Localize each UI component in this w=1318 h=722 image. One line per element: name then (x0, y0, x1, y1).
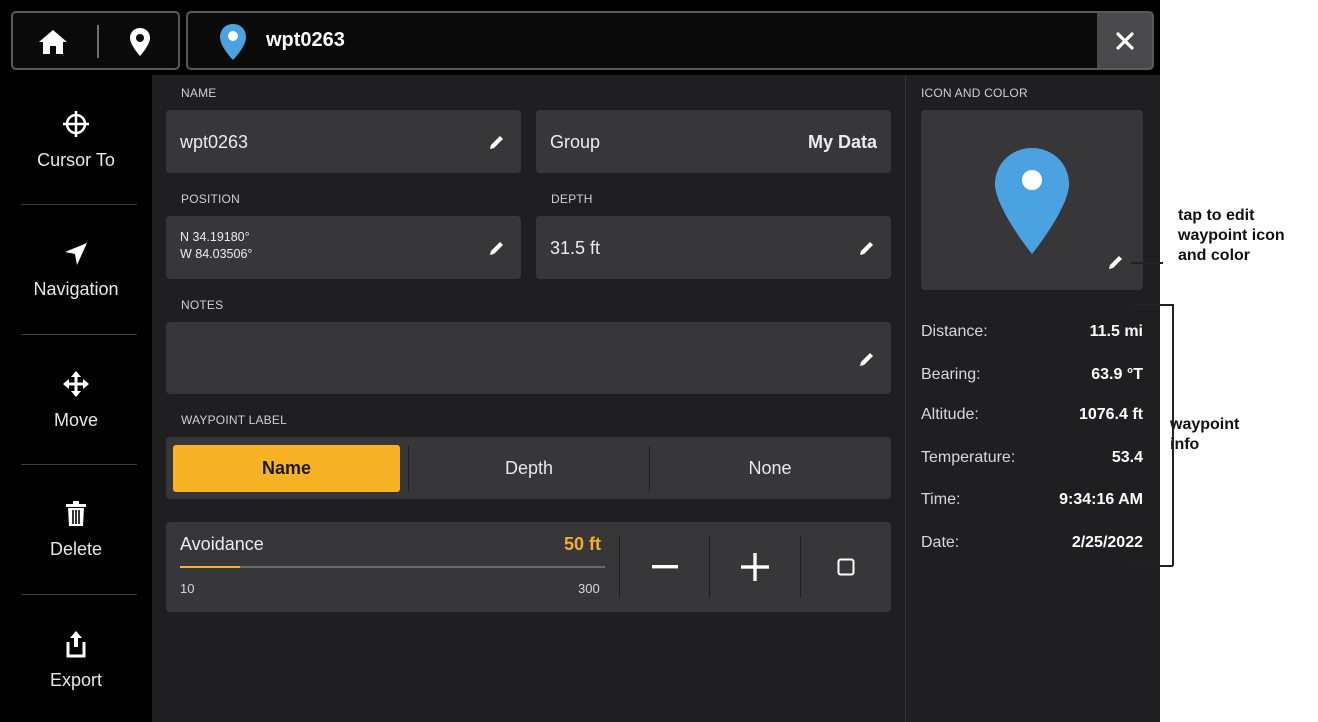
icon-edit-annotation: tap to edit waypoint icon and color (1178, 206, 1285, 266)
position-field[interactable]: N 34.19180° W 84.03506° (166, 216, 521, 279)
home-icon[interactable] (37, 28, 69, 56)
info-key: Time: (921, 491, 961, 508)
sidebar-item-label: Export (49, 669, 103, 690)
page-title: wpt0263 (266, 29, 345, 51)
info-key: Distance: (921, 323, 988, 340)
label-option-none[interactable]: None (650, 445, 890, 492)
minus-icon (651, 565, 678, 569)
info-row-date: Date: 2/25/2022 (921, 534, 1143, 558)
info-key: Temperature: (921, 449, 1016, 466)
sidebar-item-delete[interactable]: Delete (0, 465, 152, 595)
move-icon (63, 370, 89, 397)
sidebar-item-move[interactable]: Move (0, 335, 152, 465)
annotation-line: waypoint (1170, 416, 1240, 433)
info-row-altitude: Altitude: 1076.4 ft (921, 406, 1143, 430)
nav-divider (97, 25, 99, 58)
position-section-label: POSITION (181, 192, 240, 206)
info-bracket-top (1131, 304, 1173, 306)
decrease-button[interactable] (620, 522, 709, 612)
avoidance-control: Avoidance 50 ft 10 300 (166, 522, 891, 612)
waypoint-label-section-label: WAYPOINT LABEL (181, 413, 287, 427)
info-row-bearing: Bearing: 63.9 °T (921, 366, 1143, 390)
location-icon[interactable] (129, 27, 151, 57)
annotation-line: info (1170, 436, 1200, 453)
annotation-line: waypoint icon (1178, 227, 1285, 244)
info-key: Date: (921, 534, 960, 551)
waypoint-info-annotation: waypoint info (1170, 415, 1239, 455)
avoidance-max: 300 (578, 581, 600, 596)
increase-button[interactable] (710, 522, 800, 612)
info-bracket-bottom (1131, 565, 1173, 567)
crosshair-icon (63, 110, 89, 137)
sidebar: Cursor To Navigation Move Delete Export (0, 75, 152, 722)
sidebar-item-label: Delete (49, 538, 103, 559)
info-row-time: Time: 9:34:16 AM (921, 491, 1143, 515)
info-value: 9:34:16 AM (1059, 491, 1143, 508)
group-value: My Data (807, 132, 877, 152)
notes-field[interactable] (166, 322, 891, 394)
name-value: wpt0263 (180, 132, 249, 152)
depth-field[interactable]: 31.5 ft (536, 216, 891, 279)
sidebar-item-label: Navigation (33, 278, 119, 299)
depth-value: 31.5 ft (550, 238, 601, 258)
group-field[interactable]: Group My Data (536, 110, 891, 173)
plus-icon (741, 553, 769, 581)
sidebar-item-navigation[interactable]: Navigation (0, 205, 152, 335)
edit-pencil-icon[interactable] (858, 350, 876, 368)
icon-color-card[interactable] (921, 110, 1143, 290)
edit-pencil-icon[interactable] (1107, 253, 1125, 271)
title-bar: wpt0263 (186, 11, 1097, 70)
avoidance-min: 10 (180, 581, 195, 596)
info-value: 63.9 °T (1091, 366, 1143, 383)
checkbox-icon (837, 558, 855, 576)
info-row-temperature: Temperature: 53.4 (921, 449, 1143, 473)
position-latitude: N 34.19180° (180, 230, 250, 244)
sidebar-item-cursor-to[interactable]: Cursor To (0, 75, 152, 205)
name-field[interactable]: wpt0263 (166, 110, 521, 173)
waypoint-label-selector: Name Depth None (166, 437, 891, 499)
edit-pencil-icon[interactable] (858, 239, 876, 257)
info-value: 11.5 mi (1089, 323, 1143, 340)
sidebar-item-label: Move (53, 409, 98, 430)
info-bracket-vertical (1172, 304, 1174, 566)
info-value: 1076.4 ft (1078, 406, 1143, 423)
navigation-arrow-icon (65, 242, 87, 265)
sidebar-item-label: Cursor To (37, 149, 115, 170)
annotation-line: and color (1178, 247, 1251, 264)
icon-edit-leader-line (1131, 262, 1163, 264)
info-row-distance: Distance: 11.5 mi (921, 323, 1143, 347)
icon-color-section-label: ICON AND COLOR (921, 86, 1028, 100)
trash-icon (66, 500, 86, 526)
waypoint-pin-preview-icon (995, 148, 1069, 254)
info-key: Altitude: (921, 406, 979, 423)
waypoint-pin-icon (220, 24, 246, 60)
sidebar-item-export[interactable]: Export (0, 595, 152, 722)
depth-section-label: DEPTH (551, 192, 593, 206)
info-key: Bearing: (921, 366, 981, 383)
info-value: 2/25/2022 (1071, 534, 1143, 551)
avoidance-checkbox[interactable] (801, 522, 891, 612)
edit-pencil-icon[interactable] (488, 133, 506, 151)
avoidance-slider-fill (180, 566, 240, 568)
avoidance-value: 50 ft (564, 534, 602, 554)
annotation-line: tap to edit (1178, 207, 1255, 224)
edit-pencil-icon[interactable] (488, 239, 506, 257)
group-label: Group (550, 132, 601, 152)
close-button[interactable] (1097, 11, 1154, 70)
device-screen: wpt0263 Cursor To Navigation Move Delete… (0, 0, 1160, 722)
label-option-depth[interactable]: Depth (409, 445, 649, 492)
position-longitude: W 84.03506° (180, 247, 253, 261)
avoidance-slider-track[interactable] (180, 566, 605, 568)
close-icon (1115, 31, 1134, 50)
name-section-label: NAME (181, 86, 217, 100)
export-icon (66, 630, 86, 657)
notes-section-label: NOTES (181, 298, 224, 312)
info-value: 53.4 (1111, 449, 1143, 466)
label-option-name[interactable]: Name (173, 445, 400, 492)
top-nav-box (11, 11, 180, 70)
avoidance-label: Avoidance (180, 534, 264, 554)
